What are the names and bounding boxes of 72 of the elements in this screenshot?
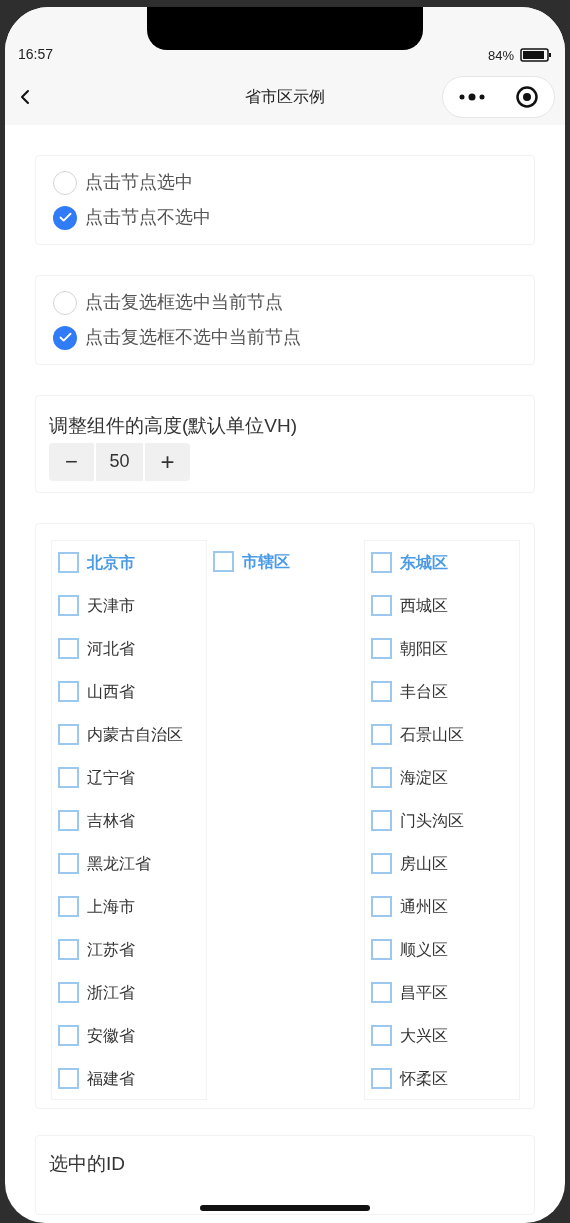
- radio-checked[interactable]: [53, 325, 77, 350]
- close-icon[interactable]: [516, 86, 539, 108]
- checkbox[interactable]: [58, 595, 79, 616]
- checkbox[interactable]: [371, 638, 392, 659]
- page-title: 省市区示例: [244, 87, 325, 107]
- checkbox[interactable]: [371, 724, 392, 745]
- checkbox[interactable]: [371, 595, 392, 616]
- checkbox[interactable]: [371, 767, 392, 788]
- checkbox[interactable]: [371, 896, 392, 917]
- picker-item[interactable]: 门头沟区: [365, 799, 519, 842]
- checkbox[interactable]: [58, 810, 79, 831]
- check-icon: [57, 330, 73, 345]
- picker-item[interactable]: 上海市: [52, 885, 206, 928]
- checkbox[interactable]: [371, 1025, 392, 1046]
- picker-item[interactable]: 石景山区: [365, 713, 519, 756]
- checkbox[interactable]: [371, 1068, 392, 1089]
- result-label: 选中的ID: [49, 1153, 125, 1174]
- checkbox[interactable]: [371, 982, 392, 1003]
- checkbox[interactable]: [371, 810, 392, 831]
- checkbox[interactable]: [371, 681, 392, 702]
- picker-item[interactable]: 海淀区: [365, 756, 519, 799]
- picker-item[interactable]: 安徽省: [52, 1014, 206, 1057]
- checkbox[interactable]: [58, 853, 79, 874]
- radio-checked[interactable]: [53, 205, 77, 230]
- picker-item[interactable]: 浙江省: [52, 971, 206, 1014]
- checkbox[interactable]: [58, 1068, 79, 1089]
- picker-item[interactable]: 辽宁省: [52, 756, 206, 799]
- picker-item[interactable]: 朝阳区: [365, 627, 519, 670]
- status-time: 16:57: [18, 45, 54, 64]
- radio-option[interactable]: 点击复选框不选中当前节点: [53, 325, 517, 350]
- checkbox[interactable]: [371, 552, 392, 573]
- picker-item[interactable]: 房山区: [365, 842, 519, 885]
- checkbox[interactable]: [58, 939, 79, 960]
- picker-item[interactable]: 通州区: [365, 885, 519, 928]
- more-icon[interactable]: [458, 93, 485, 101]
- picker-item[interactable]: 天津市: [52, 584, 206, 627]
- checkbox[interactable]: [58, 681, 79, 702]
- radio-option[interactable]: 点击节点选中: [53, 170, 517, 195]
- checkbox[interactable]: [58, 982, 79, 1003]
- height-label: 调整组件的高度(默认单位VH): [49, 414, 299, 438]
- check-icon: [57, 210, 73, 225]
- height-input[interactable]: 50: [96, 442, 143, 481]
- battery-percent: 84%: [487, 46, 514, 65]
- radio-option[interactable]: 点击复选框选中当前节点: [53, 290, 517, 315]
- checkbox[interactable]: [371, 939, 392, 960]
- picker-item[interactable]: 昌平区: [365, 971, 519, 1014]
- radio-unchecked[interactable]: [53, 290, 77, 315]
- picker-item[interactable]: 河北省: [52, 627, 206, 670]
- checkbox[interactable]: [58, 638, 79, 659]
- picker-item[interactable]: 大兴区: [365, 1014, 519, 1057]
- checkbox[interactable]: [58, 1025, 79, 1046]
- radio-unchecked[interactable]: [53, 170, 77, 195]
- picker-item[interactable]: 福建省: [52, 1057, 206, 1100]
- checkbox[interactable]: [58, 724, 79, 745]
- picker-item[interactable]: 江苏省: [52, 928, 206, 971]
- battery-icon: [520, 48, 552, 63]
- checkbox[interactable]: [58, 767, 79, 788]
- picker-item[interactable]: 山西省: [52, 670, 206, 713]
- plus-button[interactable]: +: [145, 442, 190, 481]
- checkbox[interactable]: [58, 552, 79, 573]
- checkbox[interactable]: [213, 551, 234, 572]
- picker-item[interactable]: 内蒙古自治区: [52, 713, 206, 756]
- picker-item[interactable]: 丰台区: [365, 670, 519, 713]
- checkbox[interactable]: [371, 853, 392, 874]
- picker-item[interactable]: 吉林省: [52, 799, 206, 842]
- radio-option[interactable]: 点击节点不选中: [53, 205, 517, 230]
- checkbox[interactable]: [58, 896, 79, 917]
- picker-item[interactable]: 顺义区: [365, 928, 519, 971]
- picker-item[interactable]: 怀柔区: [365, 1057, 519, 1100]
- picker-item[interactable]: 黑龙江省: [52, 842, 206, 885]
- picker-item[interactable]: 西城区: [365, 584, 519, 627]
- minus-button[interactable]: −: [49, 442, 94, 481]
